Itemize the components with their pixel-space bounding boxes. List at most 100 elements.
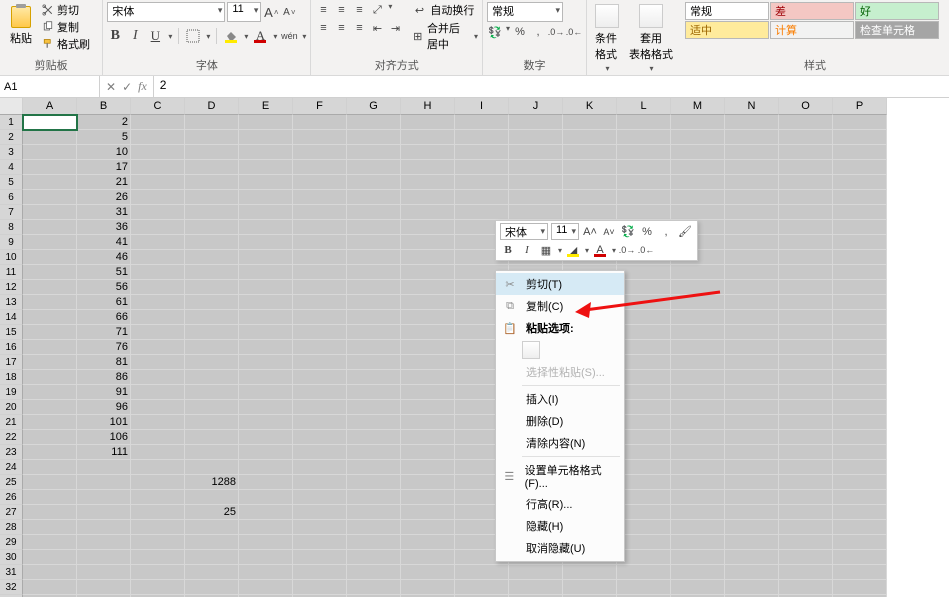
row-header[interactable]: 6 <box>0 190 23 205</box>
cell[interactable] <box>401 550 455 565</box>
cell[interactable] <box>617 505 671 520</box>
cell[interactable] <box>617 175 671 190</box>
mini-percent[interactable]: % <box>639 224 655 240</box>
cell[interactable] <box>131 175 185 190</box>
cell[interactable] <box>509 205 563 220</box>
cell[interactable] <box>185 415 239 430</box>
cell[interactable] <box>77 565 131 580</box>
cell[interactable] <box>293 235 347 250</box>
cell[interactable] <box>833 445 887 460</box>
cell[interactable] <box>23 160 77 175</box>
cell[interactable] <box>293 160 347 175</box>
col-header[interactable]: A <box>23 98 77 115</box>
orientation-button[interactable]: ⤢ <box>369 2 385 18</box>
cell[interactable] <box>671 160 725 175</box>
cell[interactable] <box>671 355 725 370</box>
cut-button[interactable]: 剪切 <box>42 2 90 18</box>
style-cell[interactable]: 检查单元格 <box>855 21 939 39</box>
cell[interactable] <box>185 250 239 265</box>
cell[interactable] <box>23 370 77 385</box>
cell[interactable] <box>347 250 401 265</box>
cell[interactable] <box>185 400 239 415</box>
cell[interactable] <box>185 550 239 565</box>
cell[interactable] <box>77 535 131 550</box>
cell[interactable] <box>725 505 779 520</box>
cell[interactable] <box>779 265 833 280</box>
shrink-font-button[interactable]: A˅ <box>281 4 297 20</box>
cell[interactable] <box>185 460 239 475</box>
cell[interactable] <box>725 175 779 190</box>
cell[interactable] <box>347 430 401 445</box>
row-header[interactable]: 8 <box>0 220 23 235</box>
cell[interactable] <box>185 310 239 325</box>
cell[interactable] <box>401 235 455 250</box>
col-header[interactable]: I <box>455 98 509 115</box>
cell[interactable] <box>185 340 239 355</box>
merge-center-button[interactable]: ⊞合并后居中▾ <box>411 20 478 52</box>
cell[interactable] <box>617 280 671 295</box>
align-left-button[interactable]: ≡ <box>315 20 331 36</box>
ctx-unhide[interactable]: 取消隐藏(U) <box>496 537 624 559</box>
cell[interactable] <box>671 520 725 535</box>
cell[interactable] <box>779 235 833 250</box>
cell[interactable] <box>563 580 617 595</box>
cell[interactable] <box>23 130 77 145</box>
cell[interactable] <box>401 280 455 295</box>
col-header[interactable]: M <box>671 98 725 115</box>
cell[interactable] <box>239 535 293 550</box>
cell[interactable] <box>77 520 131 535</box>
cell[interactable] <box>131 295 185 310</box>
cell[interactable] <box>779 445 833 460</box>
font-color-button[interactable]: A <box>252 28 268 44</box>
cell[interactable] <box>617 415 671 430</box>
cell[interactable] <box>671 130 725 145</box>
border-button[interactable] <box>185 28 201 44</box>
cell[interactable] <box>509 565 563 580</box>
cell[interactable] <box>401 445 455 460</box>
style-cell[interactable]: 好 <box>855 2 939 20</box>
cell[interactable] <box>833 175 887 190</box>
style-gallery[interactable]: 常规差好适中计算检查单元格 <box>685 2 945 39</box>
cell[interactable] <box>617 385 671 400</box>
dec-decimal-button[interactable]: .0← <box>566 24 582 40</box>
cell[interactable] <box>185 280 239 295</box>
cell[interactable] <box>401 400 455 415</box>
cell[interactable] <box>239 580 293 595</box>
cell[interactable] <box>23 355 77 370</box>
cell[interactable] <box>347 310 401 325</box>
cell[interactable] <box>401 580 455 595</box>
cell[interactable] <box>23 475 77 490</box>
cell[interactable] <box>239 265 293 280</box>
cell[interactable] <box>185 145 239 160</box>
cell[interactable] <box>833 580 887 595</box>
cell[interactable] <box>509 130 563 145</box>
cell[interactable] <box>563 190 617 205</box>
cell[interactable] <box>833 340 887 355</box>
cell[interactable] <box>131 355 185 370</box>
cell[interactable] <box>833 280 887 295</box>
col-header[interactable]: D <box>185 98 239 115</box>
cell[interactable] <box>617 295 671 310</box>
mini-bold[interactable]: B <box>500 242 516 258</box>
cell[interactable] <box>779 490 833 505</box>
align-top-button[interactable]: ≡ <box>315 2 331 18</box>
col-header[interactable]: J <box>509 98 563 115</box>
mini-painter[interactable]: 🖌 <box>677 224 693 240</box>
indent-dec-button[interactable]: ⇤ <box>369 20 385 36</box>
cell[interactable] <box>833 160 887 175</box>
cell[interactable] <box>23 490 77 505</box>
col-header[interactable]: P <box>833 98 887 115</box>
cell[interactable] <box>725 205 779 220</box>
cell[interactable] <box>293 385 347 400</box>
cell[interactable] <box>401 475 455 490</box>
cell[interactable] <box>617 535 671 550</box>
row-header[interactable]: 20 <box>0 400 23 415</box>
cell[interactable] <box>617 160 671 175</box>
cell[interactable] <box>779 565 833 580</box>
cell[interactable] <box>401 295 455 310</box>
cell[interactable]: 36 <box>77 220 131 235</box>
cell[interactable] <box>563 115 617 130</box>
row-header[interactable]: 22 <box>0 430 23 445</box>
cell[interactable] <box>131 280 185 295</box>
cell[interactable] <box>725 130 779 145</box>
